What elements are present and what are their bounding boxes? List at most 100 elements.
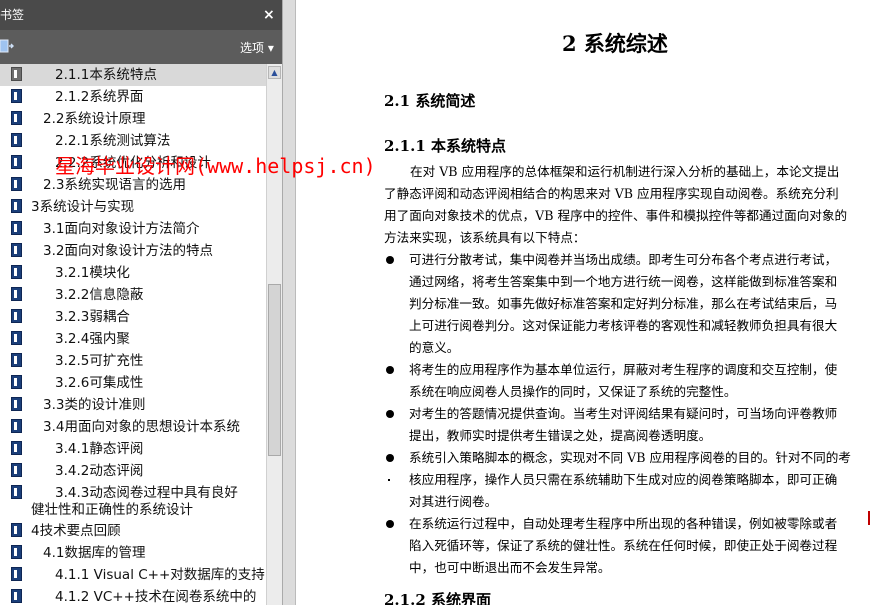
bullet-line: 陷入死循环等，保证了系统的健壮性。系统在任何时候，即使正处于阅卷过程	[409, 538, 838, 553]
bullet-line: 对考生的答题情况提供查询。当考生对评阅结果有疑问时，可当场向评卷教师	[409, 406, 838, 421]
bullet-line: 通过网络，将考生答案集中到一个地方进行统一阅卷，这样能做到标准答案和	[409, 274, 838, 289]
bookmark-icon	[11, 485, 22, 499]
bookmarks-panel: 书签 × 选项 ▾ 2.1.1本系统特点 2.1.2系统界面 2.2系统设计原理 2.…	[0, 0, 284, 605]
bookmark-label: 2.1.1本系统特点	[55, 67, 157, 83]
intro-line: 用了面向对象技术的优点，VB 程序中的控件、事件和模拟控件等都通过面向对象的	[384, 208, 848, 223]
bullet-line: 在系统运行过程中，自动处理考生程序中所出现的各种错误，例如被零除或者	[409, 516, 838, 531]
bookmark-label: 3.2.6可集成性	[55, 375, 144, 391]
bullet-line: 系统在响应阅卷人员操作的同时，又保证了系统的完整性。	[409, 384, 737, 399]
bookmark-item[interactable]: 4.1.1 Visual C++对数据库的支持	[0, 564, 266, 586]
bookmark-label: 3.4.2动态评阅	[55, 463, 144, 479]
bookmark-label: 2.2系统设计原理	[43, 111, 146, 127]
intro-line: 了静态评阅和动态评阅相结合的构思来对 VB 应用程序实现自动阅卷。系统充分利	[384, 186, 839, 201]
bullet-line: 将考生的应用程序作为基本单位运行，屏蔽对考生程序的调度和交互控制，使	[409, 362, 838, 377]
bookmark-icon	[11, 441, 22, 455]
text-cursor	[868, 511, 870, 525]
bookmark-item[interactable]: 3.2.3弱耦合	[0, 306, 266, 328]
bookmark-scrollbar[interactable]: ▲	[266, 64, 282, 605]
bookmark-item: 健壮性和正确性的系统设计	[0, 499, 266, 521]
bookmark-item[interactable]: 4技术要点回顾	[0, 520, 266, 542]
bookmark-icon	[11, 155, 22, 169]
bookmark-item[interactable]: 3.2.4强内聚	[0, 328, 266, 350]
bookmark-icon	[11, 375, 22, 389]
watermark: 星海毕业设计网(www.helpsj.cn)	[55, 154, 376, 178]
bookmark-item[interactable]: 2.1.2系统界面	[0, 86, 266, 108]
bookmark-item[interactable]: 3.2.2信息隐蔽	[0, 284, 266, 306]
bookmark-label: 4.1.2 VC++技术在阅卷系统中的	[55, 589, 257, 605]
bullet-line: 系统引入策略脚本的概念，实现对不同 VB 应用程序阅卷的目的。针对不同的考	[409, 450, 851, 465]
intro-line: 方法来实现，该系统具有以下特点：	[384, 230, 586, 245]
bookmark-label: 2.1.2系统界面	[55, 89, 144, 105]
bullet-line: 提出，教师实时提供考生错误之处，提高阅卷透明度。	[409, 428, 712, 443]
bullet-line: 判分标准一致。如事先做好标准答案和定好判分标准，那么在考试结束后，马	[409, 296, 838, 311]
bookmark-item[interactable]: 2.1.1本系统特点	[0, 64, 266, 86]
bookmark-item[interactable]: 3.4.2动态评阅	[0, 460, 266, 482]
bullet-line: 可进行分散考试，集中阅卷并当场出成绩。即考生可分布各个考点进行考试，	[409, 252, 838, 267]
bookmark-icon	[11, 111, 22, 125]
bookmark-item[interactable]: 2.2.1系统测试算法	[0, 130, 266, 152]
bookmark-icon	[11, 243, 22, 257]
bookmark-label: 3.3类的设计准则	[43, 397, 146, 413]
bookmark-item[interactable]: 3系统设计与实现	[0, 196, 266, 218]
section-heading: 2.1 系统简述	[384, 92, 476, 110]
bookmark-label: 4.1数据库的管理	[43, 545, 146, 561]
bookmark-icon	[11, 133, 22, 147]
bookmark-icon	[11, 89, 22, 103]
bullet-line: 核应用程序，操作人员只需在系统辅助下生成对应的阅卷策略脚本，即可正确	[409, 472, 838, 487]
bookmark-label: 3.2.3弱耦合	[55, 309, 130, 325]
subsection-heading: 2.1.1 本系统特点	[384, 137, 506, 155]
bookmark-item[interactable]: 3.3类的设计准则	[0, 394, 266, 416]
bookmark-label: 3.2.5可扩充性	[55, 353, 144, 369]
bookmark-label: 4.1.1 Visual C++对数据库的支持	[55, 567, 265, 583]
intro-line: 在对 VB 应用程序的总体框架和运行机制进行深入分析的基础上，本论文提出	[410, 164, 840, 179]
bookmark-label: 3.2.4强内聚	[55, 331, 130, 347]
bullet-marker	[386, 520, 394, 528]
bookmark-label: 4技术要点回顾	[31, 523, 121, 539]
bookmark-icon	[11, 589, 22, 603]
options-menu-button[interactable]: 选项 ▾	[240, 39, 274, 56]
bullet-line: 中，也可中断退出而不会发生异常。	[409, 560, 611, 575]
bookmark-label: 3.2.1模块化	[55, 265, 130, 281]
bookmark-icon	[11, 419, 22, 433]
bookmark-item[interactable]: 3.4.1静态评阅	[0, 438, 266, 460]
bookmark-icon	[11, 67, 22, 81]
bullet-line: 上可进行阅卷判分。这对保证能力考核评卷的客观性和减轻教师负担具有很大	[409, 318, 838, 333]
bookmark-item[interactable]: 3.4用面向对象的思想设计本系统	[0, 416, 266, 438]
bookmark-icon	[11, 309, 22, 323]
bookmark-icon	[11, 545, 22, 559]
bookmark-icon	[11, 287, 22, 301]
chapter-heading: 2 系统综述	[562, 31, 668, 56]
bookmark-icon	[11, 221, 22, 235]
bookmark-item[interactable]: 3.2.6可集成性	[0, 372, 266, 394]
panel-title-bar: 书签 ×	[0, 0, 284, 30]
bookmark-add-icon[interactable]	[0, 39, 14, 53]
scroll-up-icon[interactable]: ▲	[268, 66, 281, 79]
bookmark-icon	[11, 199, 22, 213]
bullet-line: 对其进行阅卷。	[409, 494, 498, 509]
close-icon[interactable]: ×	[263, 0, 275, 30]
bookmark-item[interactable]: 4.1数据库的管理	[0, 542, 266, 564]
bookmark-item[interactable]: 3.2.1模块化	[0, 262, 266, 284]
bookmark-icon	[11, 265, 22, 279]
bullet-marker	[386, 366, 394, 374]
bullet-marker	[386, 454, 394, 462]
bullet-marker	[386, 410, 394, 418]
bookmark-item[interactable]: 4.1.2 VC++技术在阅卷系统中的	[0, 586, 266, 605]
bookmark-icon	[11, 397, 22, 411]
panel-toolbar: 选项 ▾	[0, 30, 284, 64]
bookmark-label: 3.2面向对象设计方法的特点	[43, 243, 213, 259]
bookmark-item[interactable]: 3.1面向对象设计方法简介	[0, 218, 266, 240]
bullet-marker	[386, 256, 394, 264]
bookmark-item[interactable]: 3.2.5可扩充性	[0, 350, 266, 372]
bookmark-label: 3.1面向对象设计方法简介	[43, 221, 200, 237]
bookmark-tree: 2.1.1本系统特点 2.1.2系统界面 2.2系统设计原理 2.2.1系统测试算法 2…	[0, 64, 266, 605]
scroll-thumb[interactable]	[268, 284, 281, 456]
bookmark-icon	[11, 463, 22, 477]
stray-dot	[388, 479, 390, 481]
panel-splitter[interactable]	[282, 0, 296, 605]
bookmark-label: 3.2.2信息隐蔽	[55, 287, 144, 303]
bookmark-icon	[11, 523, 22, 537]
bookmark-item[interactable]: 2.2系统设计原理	[0, 108, 266, 130]
bookmark-icon	[11, 567, 22, 581]
bookmark-item[interactable]: 3.2面向对象设计方法的特点	[0, 240, 266, 262]
